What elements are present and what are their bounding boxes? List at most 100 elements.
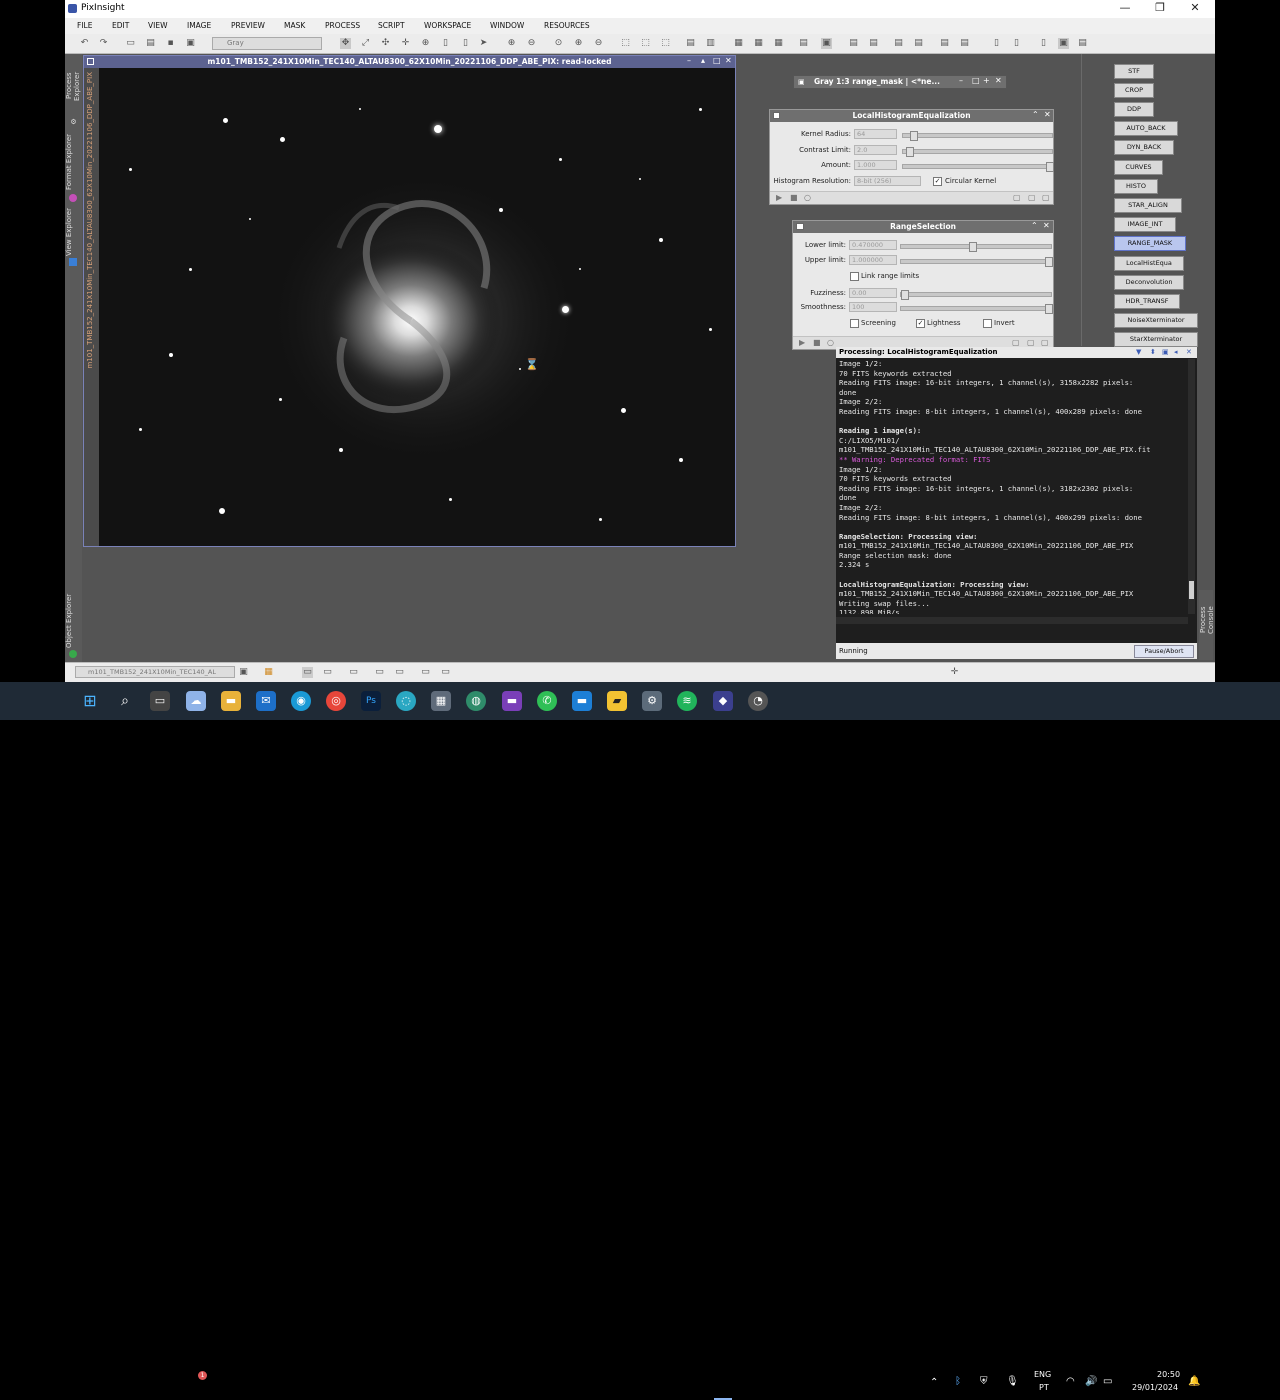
menu-view[interactable]: VIEW <box>148 21 168 30</box>
open-icon[interactable]: ▤ <box>145 38 156 49</box>
menu-mask[interactable]: MASK <box>284 21 305 30</box>
process-icon-stf[interactable]: STF <box>1114 64 1154 79</box>
zoom-to-fit-icon[interactable]: ⊕ <box>573 38 584 49</box>
process-icon-deconvolution[interactable]: Deconvolution <box>1114 275 1184 290</box>
menu-workspace[interactable]: WORKSPACE <box>424 21 471 30</box>
windows-start-icon[interactable]: ⊞ <box>80 691 100 711</box>
apply-global-icon[interactable]: ○ <box>827 338 834 347</box>
console-close-icon[interactable]: ✕ <box>1186 348 1192 356</box>
resize-icon[interactable]: ▢ <box>1042 193 1050 202</box>
view-mode-4-icon[interactable]: ▭ <box>374 667 385 678</box>
menu-image[interactable]: IMAGE <box>187 21 211 30</box>
zoom-reset-icon[interactable]: ⊖ <box>593 38 604 49</box>
channel-icon[interactable]: ▤ <box>798 38 809 49</box>
stf-auto-icon[interactable]: ▦ <box>753 38 764 49</box>
view-mode-select[interactable]: Gray <box>212 37 322 50</box>
view-selector[interactable]: m101_TMB152_241X10Min_TEC140_AL <box>75 666 235 678</box>
process-icon-noisexterminator[interactable]: NoiseXterminator <box>1114 313 1198 328</box>
menu-process[interactable]: PROCESS <box>325 21 360 30</box>
contrast-limit-field[interactable]: 2.0 <box>854 145 897 155</box>
pan-icon[interactable]: ✣ <box>380 38 391 49</box>
console-title[interactable]: Processing: LocalHistogramEqualization <box>836 347 1197 358</box>
search-icon[interactable]: ⌕ <box>115 691 135 711</box>
app-icon-2[interactable]: ◍ <box>466 691 486 711</box>
settings-icon[interactable]: ⚙ <box>642 691 662 711</box>
mask-close-icon[interactable]: ✕ <box>995 76 1002 85</box>
preview-edit-icon[interactable]: ⬚ <box>640 38 651 49</box>
channel-l-icon[interactable]: ▤ <box>913 38 924 49</box>
zoom-in-icon[interactable]: ⊕ <box>506 38 517 49</box>
clock-time[interactable]: 20:50 <box>1157 1370 1180 1379</box>
lightness-checkbox[interactable]: ✓ <box>916 319 925 328</box>
circular-kernel-checkbox[interactable]: ✓ <box>933 177 942 186</box>
kernel-radius-field[interactable]: 64 <box>854 129 897 139</box>
process-icon-dyn-back[interactable]: DYN_BACK <box>1114 140 1174 155</box>
process-icon-range-mask[interactable]: RANGE_MASK <box>1114 236 1186 251</box>
upper-limit-slider[interactable] <box>900 257 1053 267</box>
contrast-limit-slider[interactable] <box>902 147 1053 157</box>
process-icon-image-int[interactable]: IMAGE_INT <box>1114 217 1176 232</box>
lower-limit-knob[interactable] <box>969 242 977 252</box>
menu-preview[interactable]: PREVIEW <box>231 21 265 30</box>
notification-bell-icon[interactable]: 🔔 <box>1188 1376 1200 1387</box>
save-as-icon[interactable]: ▣ <box>185 38 196 49</box>
readout-icon[interactable]: ▯ <box>460 38 471 49</box>
mask-show-icon[interactable]: ▥ <box>705 38 716 49</box>
process-icon-hdr-transf[interactable]: HDR_TRANSF <box>1114 294 1180 309</box>
view-icon-5[interactable]: ▯ <box>1038 38 1049 49</box>
screening-checkbox[interactable] <box>850 319 859 328</box>
info-icon[interactable]: ▢ <box>1027 338 1035 347</box>
minimize-button[interactable]: — <box>1110 1 1140 17</box>
navigate-mode-icon[interactable]: ✥ <box>340 38 351 49</box>
stf-reset-icon[interactable]: ▦ <box>773 38 784 49</box>
image-shade-icon[interactable]: ▴ <box>701 56 705 65</box>
mask-minimize-icon[interactable]: – <box>959 76 963 85</box>
view-mode-7-icon[interactable]: ▭ <box>440 667 451 678</box>
pixinsight-taskbar-icon[interactable]: ◆ <box>713 691 733 711</box>
channel-b-icon[interactable]: ▤ <box>893 38 904 49</box>
selection-icon[interactable]: ▯ <box>440 38 451 49</box>
upper-limit-knob[interactable] <box>1045 257 1053 267</box>
new-instance-icon[interactable]: ▶ <box>799 338 805 347</box>
kernel-radius-knob[interactable] <box>910 131 918 141</box>
smoothness-field[interactable]: 100 <box>849 302 897 312</box>
process-icon-curves[interactable]: CURVES <box>1114 160 1163 175</box>
app-icon-1[interactable]: ◌ <box>396 691 416 711</box>
outlook-icon[interactable]: ✉ <box>256 691 276 711</box>
security-icon[interactable]: ⛨ <box>980 1376 988 1387</box>
reset-icon[interactable]: ▢ <box>1012 338 1020 347</box>
process-icon-histo[interactable]: HISTO <box>1114 179 1158 194</box>
zoom-1-1-icon[interactable]: ⊙ <box>553 38 564 49</box>
channel-rgb-icon[interactable]: ▣ <box>821 38 832 49</box>
mask-window[interactable]: ▣ Gray 1:3 range_mask | <*ne... – □ + ✕ <box>793 75 1007 89</box>
tab-object-explorer[interactable]: Object Explorer <box>65 592 82 650</box>
tab-process-console[interactable]: Process Console <box>1199 592 1215 648</box>
contrast-limit-knob[interactable] <box>906 147 914 157</box>
tab-process-explorer[interactable]: Process Explorer <box>65 58 82 114</box>
maximize-button[interactable]: ❐ <box>1145 1 1175 17</box>
upper-limit-field[interactable]: 1.000000 <box>849 255 897 265</box>
process-icon-auto-back[interactable]: AUTO_BACK <box>1114 121 1178 136</box>
chrome-icon[interactable]: ◎ <box>326 691 346 711</box>
preview-new-icon[interactable]: ⬚ <box>620 38 631 49</box>
clock-date[interactable]: 29/01/2024 <box>1132 1383 1178 1392</box>
image-window-title[interactable]: m101_TMB152_241X10Min_TEC140_ALTAU8300_6… <box>84 56 735 68</box>
view-mode-3-icon[interactable]: ▭ <box>348 667 359 678</box>
fuzziness-knob[interactable] <box>901 290 909 300</box>
whatsapp-icon[interactable]: ✆ <box>537 691 557 711</box>
rangeselection-process-icon[interactable] <box>796 223 804 230</box>
screen-transfer-icon[interactable]: ▦ <box>733 38 744 49</box>
mask-icon[interactable]: ▤ <box>685 38 696 49</box>
link-range-checkbox[interactable] <box>850 272 859 281</box>
process-icon-star-align[interactable]: STAR_ALIGN <box>1114 198 1182 213</box>
language-indicator[interactable]: ENG <box>1034 1370 1051 1379</box>
view-mode-2-icon[interactable]: ▭ <box>322 667 333 678</box>
photoshop-icon[interactable]: Ps <box>361 691 381 711</box>
redo-icon[interactable]: ↷ <box>98 38 109 49</box>
console-dock-icon[interactable]: ◂ <box>1174 348 1178 356</box>
tab-view-explorer[interactable]: View Explorer <box>65 206 82 258</box>
lhe-title[interactable]: LocalHistogramEqualization <box>770 110 1053 122</box>
sticky-notes-icon[interactable]: ▰ <box>607 691 627 711</box>
menu-resources[interactable]: RESOURCES <box>544 21 590 30</box>
pause-abort-button[interactable]: Pause/Abort <box>1134 645 1194 658</box>
